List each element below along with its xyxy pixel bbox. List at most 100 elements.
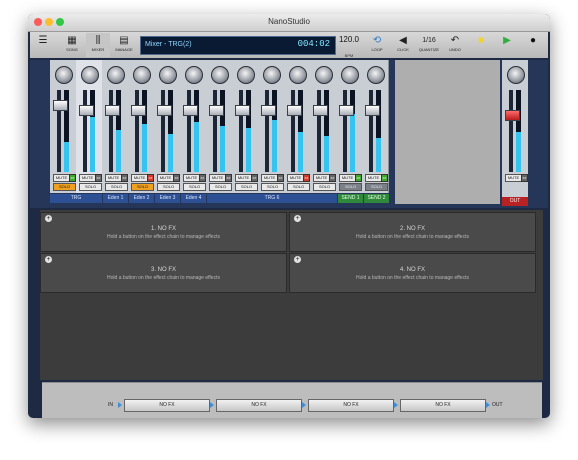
effects-panel: + 1. NO FX Hold a button on the effect c…	[40, 210, 543, 380]
fx-button[interactable]: FX	[225, 174, 232, 182]
chain-slot-2-button[interactable]: NO FX	[216, 399, 302, 412]
mute-button[interactable]: MUTE	[209, 174, 226, 182]
fx-button[interactable]: FX	[277, 174, 284, 182]
fader-handle[interactable]	[339, 105, 354, 116]
mute-button[interactable]: MUTE	[287, 174, 304, 182]
fx-button[interactable]: FX	[199, 174, 206, 182]
solo-button[interactable]: SOLO	[261, 183, 284, 191]
fader-handle[interactable]	[235, 105, 250, 116]
mute-button[interactable]: MUTE	[339, 174, 356, 182]
pan-knob[interactable]	[367, 66, 385, 84]
click-button[interactable]: ◀ CLICK	[392, 33, 414, 57]
pan-knob[interactable]	[81, 66, 99, 84]
fx-slot-1[interactable]: + 1. NO FX Hold a button on the effect c…	[40, 212, 287, 252]
mute-button[interactable]: MUTE	[157, 174, 174, 182]
mute-button[interactable]: MUTE	[261, 174, 278, 182]
undo-button[interactable]: ↶ UNDO	[444, 33, 466, 57]
fader-handle[interactable]	[365, 105, 380, 116]
plus-icon[interactable]: +	[45, 256, 52, 263]
fx-button[interactable]: FX	[303, 174, 310, 182]
fader-handle[interactable]	[287, 105, 302, 116]
square-icon: ■	[477, 35, 485, 46]
solo-button[interactable]: SOLO	[235, 183, 258, 191]
plus-icon[interactable]: +	[294, 215, 301, 222]
fx-button[interactable]: FX	[381, 174, 388, 182]
pan-knob[interactable]	[133, 66, 151, 84]
solo-button[interactable]: SOLO	[53, 183, 76, 191]
pan-knob[interactable]	[289, 66, 307, 84]
mute-button[interactable]: MUTE	[183, 174, 200, 182]
solo-button[interactable]: SOLO	[183, 183, 206, 191]
mute-button[interactable]: MUTE	[53, 174, 70, 182]
pan-knob[interactable]	[237, 66, 255, 84]
pan-knob[interactable]	[185, 66, 203, 84]
fx-button[interactable]: FX	[329, 174, 336, 182]
fader-handle[interactable]	[183, 105, 198, 116]
fx-button[interactable]: FX	[355, 174, 362, 182]
solo-button[interactable]: SOLO	[313, 183, 336, 191]
solo-button[interactable]: SOLO	[287, 183, 310, 191]
fader-handle[interactable]	[79, 105, 94, 116]
pan-knob[interactable]	[107, 66, 125, 84]
pan-knob[interactable]	[211, 66, 229, 84]
plus-icon[interactable]: +	[45, 215, 52, 222]
fx-button[interactable]: FX	[147, 174, 154, 182]
fader-handle[interactable]	[105, 105, 120, 116]
record-arm-button[interactable]: ■	[474, 33, 488, 57]
pan-knob[interactable]	[159, 66, 177, 84]
solo-button[interactable]: SOLO	[365, 183, 388, 191]
solo-button[interactable]: SOLO	[339, 183, 362, 191]
mute-button[interactable]: MUTE	[235, 174, 252, 182]
fx-button[interactable]: FX	[121, 174, 128, 182]
fader-handle[interactable]	[131, 105, 146, 116]
fx-slot-2[interactable]: + 2. NO FX Hold a button on the effect c…	[289, 212, 536, 252]
pan-knob[interactable]	[341, 66, 359, 84]
mute-button[interactable]: MUTE	[105, 174, 122, 182]
fader-handle[interactable]	[261, 105, 276, 116]
fader-handle[interactable]	[53, 100, 68, 111]
fader-handle[interactable]	[209, 105, 224, 116]
chain-slot-3-button[interactable]: NO FX	[308, 399, 394, 412]
mute-button[interactable]: MUTE	[365, 174, 382, 182]
level-meter	[298, 90, 303, 172]
play-button[interactable]: ▶	[500, 33, 514, 57]
bpm-display[interactable]: 120.0 BPM	[336, 35, 362, 62]
menu-button[interactable]: ☰	[34, 33, 52, 57]
chain-slot-1-button[interactable]: NO FX	[124, 399, 210, 412]
meter-fill	[350, 114, 355, 172]
fader-handle[interactable]	[313, 105, 328, 116]
solo-button[interactable]: SOLO	[105, 183, 128, 191]
mute-button[interactable]: MUTE	[313, 174, 330, 182]
chain-slot-4-button[interactable]: NO FX	[400, 399, 486, 412]
master-fx-button[interactable]: FX	[521, 174, 528, 182]
level-meter	[324, 90, 329, 172]
fader-handle[interactable]	[157, 105, 172, 116]
loop-button[interactable]: ⟲ LOOP	[366, 33, 388, 57]
fx-slot-3[interactable]: + 3. NO FX Hold a button on the effect c…	[40, 253, 287, 293]
mute-button[interactable]: MUTE	[79, 174, 96, 182]
song-button[interactable]: ▦ SONG	[60, 33, 84, 57]
fx-button[interactable]: FX	[69, 174, 76, 182]
mute-button[interactable]: MUTE	[131, 174, 148, 182]
fx-button[interactable]: FX	[251, 174, 258, 182]
quantize-button[interactable]: 1/16 QUANTIZE	[416, 33, 442, 57]
pan-knob[interactable]	[55, 66, 73, 84]
master-fader-handle[interactable]	[505, 110, 520, 121]
solo-button[interactable]: SOLO	[79, 183, 102, 191]
solo-button[interactable]: SOLO	[157, 183, 180, 191]
channel-strip: MUTE FX SOLO	[232, 60, 259, 193]
master-mute-button[interactable]: MUTE	[505, 174, 522, 182]
manage-button[interactable]: ▤ MANAGE	[112, 33, 136, 57]
song-icon: ▦	[67, 35, 77, 46]
fx-button[interactable]: FX	[173, 174, 180, 182]
solo-button[interactable]: SOLO	[209, 183, 232, 191]
plus-icon[interactable]: +	[294, 256, 301, 263]
fx-slot-4[interactable]: + 4. NO FX Hold a button on the effect c…	[289, 253, 536, 293]
pan-knob[interactable]	[315, 66, 333, 84]
fx-button[interactable]: FX	[95, 174, 102, 182]
pan-knob[interactable]	[263, 66, 281, 84]
solo-button[interactable]: SOLO	[131, 183, 154, 191]
master-pan-knob[interactable]	[507, 66, 525, 84]
mixer-button[interactable]: ⫼ MIXER	[86, 33, 110, 57]
record-button[interactable]: ●	[526, 33, 540, 57]
